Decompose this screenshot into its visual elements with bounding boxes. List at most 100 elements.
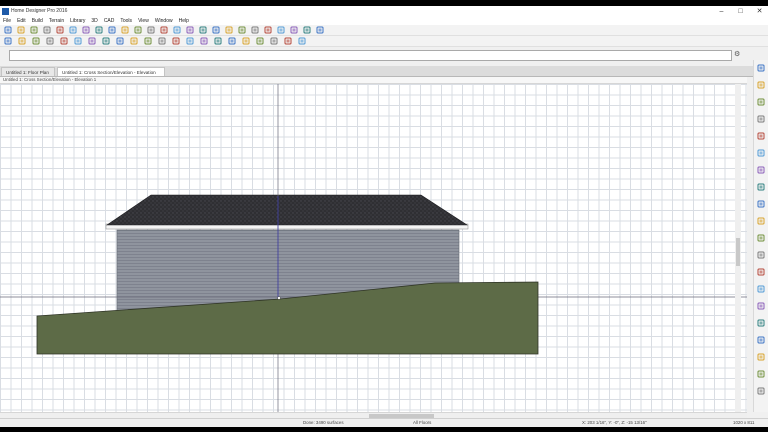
floor-down-icon[interactable] xyxy=(757,387,765,395)
arc-icon[interactable] xyxy=(256,37,264,45)
command-input[interactable] xyxy=(9,50,732,61)
edit-icon[interactable] xyxy=(18,37,26,45)
undo-icon[interactable] xyxy=(69,26,77,34)
status-floors: All Floors xyxy=(413,420,432,425)
roof-icon[interactable] xyxy=(186,37,194,45)
zoom-view-icon[interactable] xyxy=(290,26,298,34)
house-icon[interactable] xyxy=(134,26,142,34)
polyline-icon[interactable] xyxy=(284,37,292,45)
door-icon[interactable] xyxy=(212,26,220,34)
settings-icon[interactable] xyxy=(757,353,765,361)
save-icon[interactable] xyxy=(30,26,38,34)
dimension-icon[interactable] xyxy=(251,26,259,34)
menu-edit[interactable]: Edit xyxy=(17,17,26,25)
open-icon[interactable] xyxy=(17,26,25,34)
menu-library[interactable]: Library xyxy=(70,17,85,25)
grid-icon[interactable] xyxy=(757,319,765,327)
print-icon[interactable] xyxy=(43,26,51,34)
drawing-canvas[interactable] xyxy=(0,84,747,412)
tab-floor-plan[interactable]: Untitled 1: Floor Plan xyxy=(1,67,55,76)
delete-icon[interactable] xyxy=(32,37,40,45)
symbol-icon[interactable] xyxy=(757,217,765,225)
status-size: 1020 x 811 xyxy=(733,420,755,425)
render-icon[interactable] xyxy=(757,302,765,310)
roof[interactable] xyxy=(106,194,469,226)
move-icon[interactable] xyxy=(60,37,68,45)
new-icon[interactable] xyxy=(4,26,12,34)
menu-help[interactable]: Help xyxy=(179,17,189,25)
layers-icon[interactable] xyxy=(108,26,116,34)
floor-camera-icon[interactable] xyxy=(160,26,168,34)
menu-terrain[interactable]: Terrain xyxy=(49,17,64,25)
pencil-icon[interactable] xyxy=(214,37,222,45)
furniture-icon[interactable] xyxy=(172,37,180,45)
minimize-button[interactable]: – xyxy=(717,7,726,16)
cross-section-icon[interactable] xyxy=(186,26,194,34)
text-icon[interactable] xyxy=(757,251,765,259)
cursor-point xyxy=(277,296,281,300)
stretch-icon[interactable] xyxy=(88,37,96,45)
close-button[interactable]: ✕ xyxy=(755,7,764,16)
dimension-icon[interactable] xyxy=(757,234,765,242)
stairs-icon[interactable] xyxy=(238,26,246,34)
zoom-fit-icon[interactable] xyxy=(757,98,765,106)
circle-icon[interactable] xyxy=(270,37,278,45)
spline-icon[interactable] xyxy=(298,37,306,45)
undo-zoom-icon[interactable] xyxy=(757,132,765,140)
plan-view-icon[interactable] xyxy=(303,26,311,34)
menu-tools[interactable]: Tools xyxy=(120,17,132,25)
zoom-in-icon[interactable] xyxy=(757,64,765,72)
plan-icon[interactable] xyxy=(757,166,765,174)
elevation-icon[interactable] xyxy=(173,26,181,34)
menu-file[interactable]: File xyxy=(3,17,11,25)
fixture-icon[interactable] xyxy=(158,37,166,45)
snap-icon[interactable] xyxy=(757,336,765,344)
zoom-out-icon[interactable] xyxy=(757,81,765,89)
floor-up-icon[interactable] xyxy=(757,370,765,378)
align-icon[interactable] xyxy=(130,37,138,45)
cabinet-icon[interactable] xyxy=(144,37,152,45)
menu-bar: File Edit Build Terrain Library 3D CAD T… xyxy=(0,17,768,25)
menu-window[interactable]: Window xyxy=(155,17,173,25)
layer-icon[interactable] xyxy=(757,200,765,208)
fill-window-icon[interactable] xyxy=(757,149,765,157)
group-icon[interactable] xyxy=(116,37,124,45)
line-icon[interactable] xyxy=(242,37,250,45)
status-bar: Done: 3490 surfaces All Floors X: 203 1/… xyxy=(0,418,768,427)
text-icon[interactable] xyxy=(228,37,236,45)
wall-icon[interactable] xyxy=(199,26,207,34)
menu-build[interactable]: Build xyxy=(32,17,43,25)
camera-icon[interactable] xyxy=(757,183,765,191)
camera-icon[interactable] xyxy=(147,26,155,34)
edit-toolbar xyxy=(0,36,768,47)
app-logo-icon xyxy=(2,8,9,15)
redo-icon[interactable] xyxy=(82,26,90,34)
gear-icon[interactable]: ⚙ xyxy=(734,50,740,58)
vertical-scrollbar[interactable] xyxy=(735,84,741,412)
tab-elevation[interactable]: Untitled 1: Cross Section/Elevation - El… xyxy=(57,67,165,84)
select-objects-icon[interactable] xyxy=(4,37,12,45)
lock-icon[interactable] xyxy=(264,26,272,34)
print-preview-icon[interactable] xyxy=(56,26,64,34)
terrain-icon[interactable] xyxy=(200,37,208,45)
lightbulb-icon[interactable] xyxy=(757,285,765,293)
menu-cad[interactable]: CAD xyxy=(104,17,115,25)
window-icon[interactable] xyxy=(225,26,233,34)
window-title: Home Designer Pro 2016 xyxy=(11,8,68,14)
transform-icon[interactable] xyxy=(102,37,110,45)
view-title: Untitled 1: Cross Section/Elevation - El… xyxy=(3,77,97,82)
menu-view[interactable]: View xyxy=(138,17,149,25)
vertical-scroll-thumb[interactable] xyxy=(736,238,740,266)
select-icon[interactable] xyxy=(95,26,103,34)
material-icon[interactable] xyxy=(757,268,765,276)
status-message: Done: 3490 surfaces xyxy=(303,420,344,425)
pan-icon[interactable] xyxy=(757,115,765,123)
maximize-button[interactable]: □ xyxy=(736,7,745,16)
menu-3d[interactable]: 3D xyxy=(91,17,97,25)
fill-window-icon[interactable] xyxy=(316,26,324,34)
mirror-icon[interactable] xyxy=(74,37,82,45)
title-bar: Home Designer Pro 2016 – □ ✕ xyxy=(0,6,768,17)
copy-icon[interactable] xyxy=(46,37,54,45)
help-icon[interactable] xyxy=(121,26,129,34)
tool-icon[interactable] xyxy=(277,26,285,34)
